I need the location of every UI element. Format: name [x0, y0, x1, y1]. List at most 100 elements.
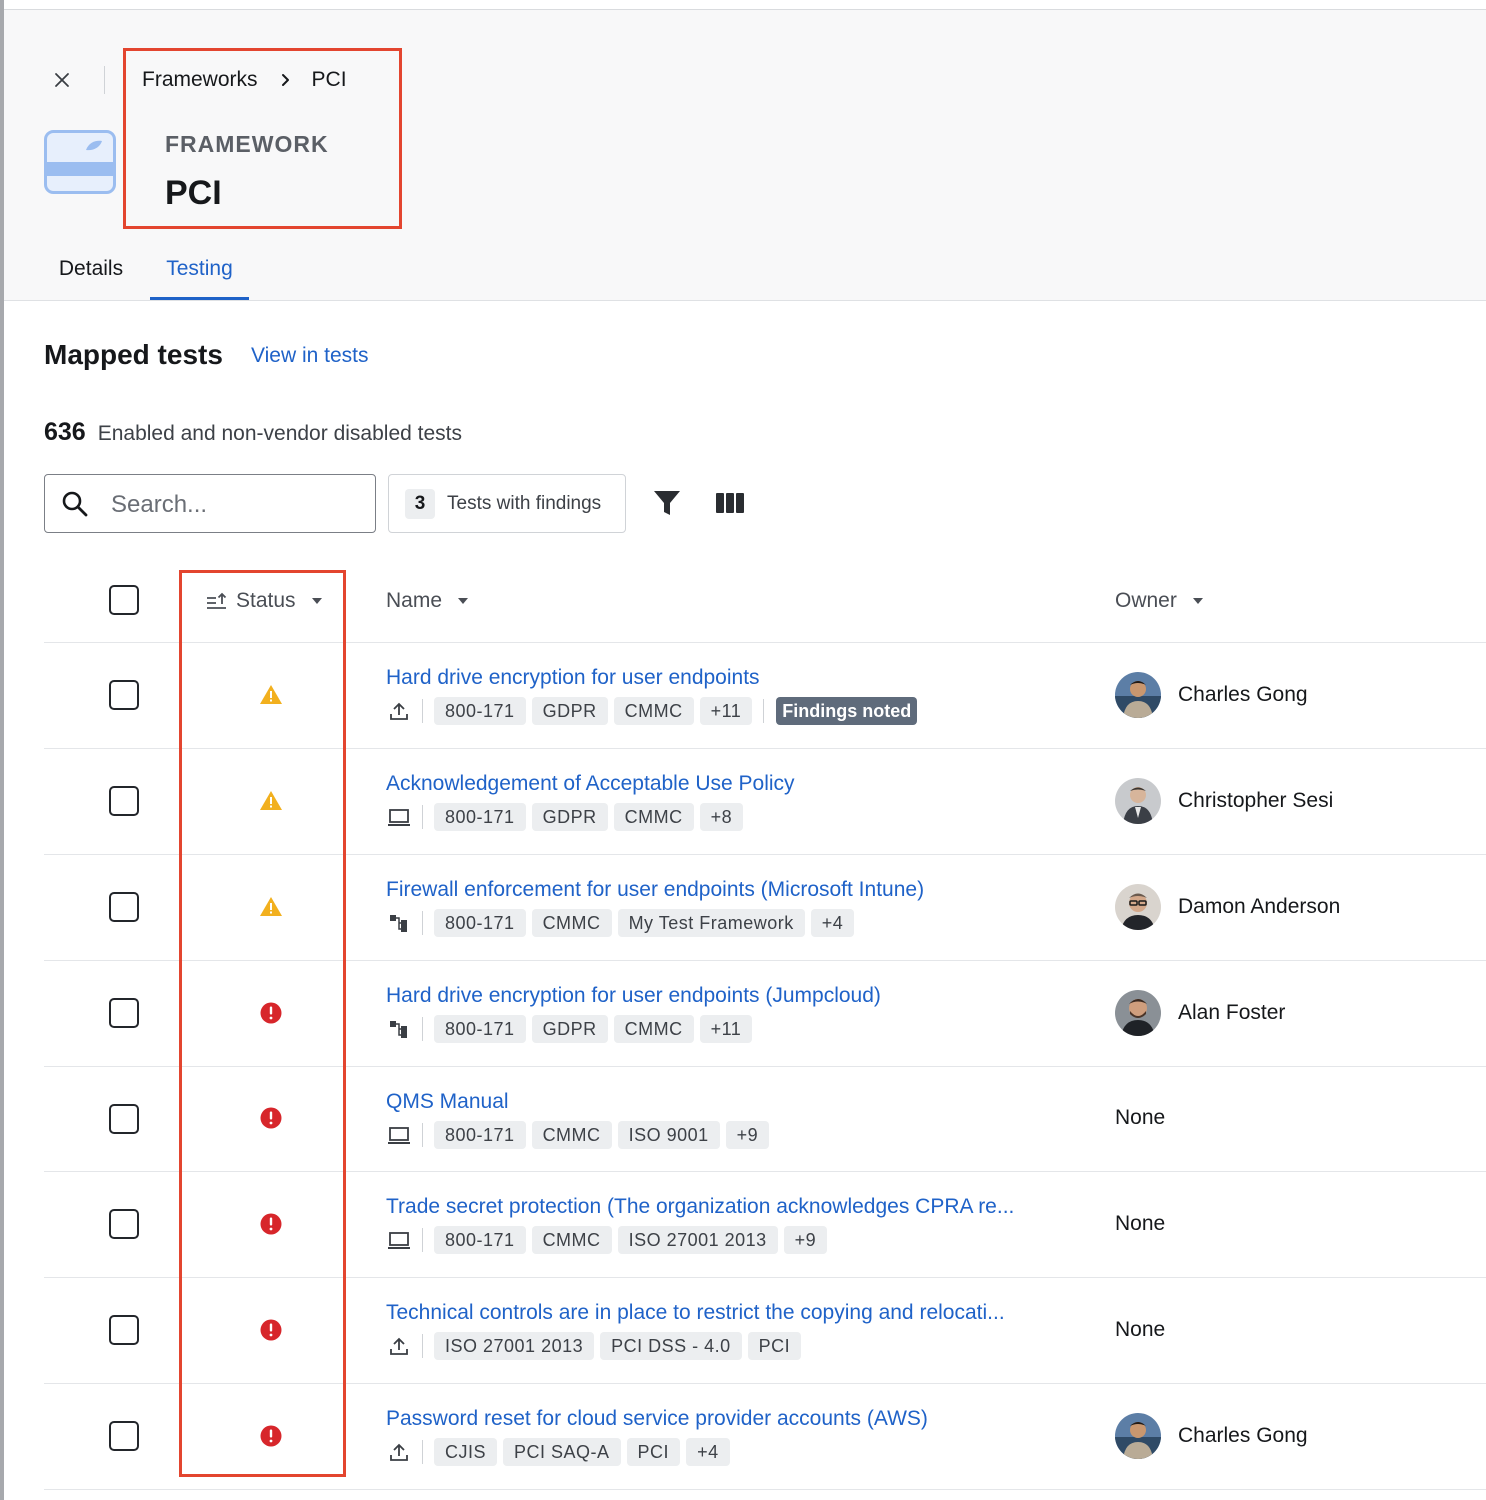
row-checkbox[interactable]: [109, 680, 139, 710]
avatar: [1115, 990, 1161, 1036]
framework-tag-more[interactable]: +11: [699, 697, 753, 725]
framework-tag-more[interactable]: +8: [699, 803, 744, 831]
owner-name: Charles Gong: [1178, 683, 1308, 706]
row-checkbox[interactable]: [109, 998, 139, 1028]
test-count-label: Enabled and non-vendor disabled tests: [97, 422, 462, 445]
findings-count-badge: 3: [405, 488, 435, 519]
framework-tag-more[interactable]: +11: [699, 1015, 753, 1043]
integration-icon: [386, 912, 412, 934]
owner-none: None: [1115, 1106, 1166, 1129]
laptop-icon: [386, 806, 412, 828]
row-checkbox[interactable]: [109, 1421, 139, 1451]
row-divider: [44, 1171, 1486, 1172]
columns-button[interactable]: [714, 488, 746, 518]
column-header-status[interactable]: Status: [206, 586, 322, 616]
owner-name: Damon Anderson: [1178, 895, 1341, 918]
framework-tag-more[interactable]: +4: [810, 909, 855, 937]
framework-tag: 800-171: [434, 1226, 526, 1254]
framework-tag: GDPR: [531, 1015, 608, 1043]
column-header-owner[interactable]: Owner: [1115, 586, 1203, 616]
warning-triangle-icon: [260, 685, 282, 704]
test-meta: 800-171 GDPR CMMC +11: [386, 1015, 758, 1043]
framework-tag: CMMC: [613, 1015, 694, 1043]
framework-tag: GDPR: [531, 803, 608, 831]
owner-header-label: Owner: [1115, 589, 1177, 612]
meta-divider: [422, 1440, 423, 1464]
tests-with-findings-button[interactable]: 3 Tests with findings: [388, 474, 626, 533]
framework-tag: ISO 9001: [617, 1121, 720, 1149]
header-divider: [104, 66, 105, 94]
test-name-link[interactable]: QMS Manual: [386, 1090, 509, 1114]
meta-divider: [422, 699, 423, 723]
sort-ascending-icon: [206, 592, 228, 610]
avatar: [1115, 884, 1161, 930]
test-name-link[interactable]: Trade secret protection (The organizatio…: [386, 1195, 1014, 1219]
framework-tag: CMMC: [613, 803, 694, 831]
framework-tag: 800-171: [434, 1121, 526, 1149]
warning-triangle-icon: [260, 897, 282, 916]
status-header-label: Status: [236, 589, 296, 612]
caret-down-icon: [311, 598, 322, 604]
warning-triangle-icon: [260, 791, 282, 810]
framework-tag-more[interactable]: +9: [783, 1226, 828, 1254]
row-divider: [44, 748, 1486, 749]
test-name-link[interactable]: Hard drive encryption for user endpoints…: [386, 984, 881, 1008]
meta-divider: [422, 1123, 423, 1147]
integration-icon: [386, 1018, 412, 1040]
avatar: [1115, 778, 1161, 824]
close-button[interactable]: [48, 66, 76, 94]
test-meta: 800-171 GDPR CMMC +11 Findings noted: [386, 697, 918, 725]
row-checkbox[interactable]: [109, 1104, 139, 1134]
search-input[interactable]: [109, 485, 363, 525]
tab-details[interactable]: Details: [44, 250, 138, 300]
framework-tag-more[interactable]: +9: [725, 1121, 770, 1149]
owner-name: Christopher Sesi: [1178, 789, 1334, 812]
framework-tag-more[interactable]: +4: [686, 1438, 730, 1466]
test-name-link[interactable]: Firewall enforcement for user endpoints …: [386, 878, 924, 902]
framework-tag: PCI DSS - 4.0: [600, 1332, 742, 1360]
test-meta: 800-171 CMMC ISO 27001 2013 +9: [386, 1226, 833, 1254]
framework-tag: GDPR: [531, 697, 608, 725]
framework-tag: 800-171: [434, 803, 526, 831]
test-name-link[interactable]: Password reset for cloud service provide…: [386, 1407, 928, 1431]
row-checkbox[interactable]: [109, 892, 139, 922]
error-circle-icon: [260, 1425, 282, 1447]
row-divider: [44, 1066, 1486, 1067]
section-title: Mapped tests: [44, 339, 223, 370]
row-divider: [44, 960, 1486, 961]
test-name-link[interactable]: Hard drive encryption for user endpoints: [386, 666, 760, 690]
framework-title: PCI: [165, 174, 222, 212]
column-header-name[interactable]: Name: [386, 586, 469, 616]
close-icon: [55, 73, 69, 87]
framework-tag: PCI SAQ-A: [503, 1438, 621, 1466]
row-checkbox[interactable]: [109, 1315, 139, 1345]
upload-icon: [386, 700, 412, 722]
row-divider: [44, 1383, 1486, 1384]
framework-tag: My Test Framework: [617, 909, 805, 937]
row-checkbox[interactable]: [109, 1209, 139, 1239]
framework-tag: 800-171: [434, 697, 526, 725]
tab-testing[interactable]: Testing: [150, 250, 249, 300]
framework-tag: CMMC: [531, 1226, 612, 1254]
row-divider: [44, 1277, 1486, 1278]
caret-down-icon: [1192, 598, 1203, 604]
breadcrumb: Frameworks PCI: [142, 66, 347, 94]
row-checkbox[interactable]: [109, 786, 139, 816]
test-name-link[interactable]: Technical controls are in place to restr…: [386, 1301, 1005, 1325]
test-meta: 800-171 GDPR CMMC +8: [386, 803, 749, 831]
test-count-value: 636: [44, 418, 86, 446]
credit-card-icon: [44, 130, 116, 199]
owner-none: None: [1115, 1212, 1166, 1235]
select-all-checkbox[interactable]: [109, 585, 139, 615]
test-count: 636 Enabled and non-vendor disabled test…: [44, 418, 462, 447]
error-circle-icon: [260, 1002, 282, 1024]
breadcrumb-frameworks-link[interactable]: Frameworks: [142, 68, 258, 92]
meta-divider: [763, 699, 765, 723]
filter-button[interactable]: [652, 488, 682, 518]
owner-name: Charles Gong: [1178, 1424, 1308, 1447]
error-circle-icon: [260, 1107, 282, 1129]
test-name-link[interactable]: Acknowledgement of Acceptable Use Policy: [386, 772, 795, 796]
view-in-tests-link[interactable]: View in tests: [251, 344, 369, 368]
name-header-label: Name: [386, 589, 443, 612]
owner-cell: Damon Anderson: [1115, 883, 1340, 931]
